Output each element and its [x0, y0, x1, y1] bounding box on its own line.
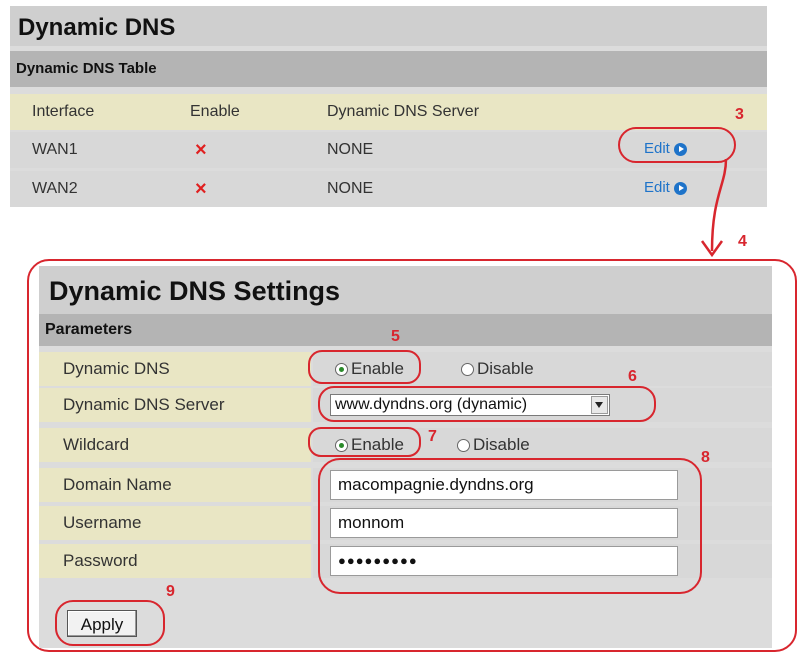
parameters-header: Parameters: [39, 314, 772, 346]
dynamic-dns-label: Dynamic DNS: [39, 352, 311, 386]
annotation-number: 4: [738, 233, 747, 250]
annotation-number: 5: [391, 328, 400, 345]
radio-unselected-icon: [461, 363, 474, 377]
disable-label: Disable: [477, 359, 534, 378]
table-header-row: Interface Enable Dynamic DNS Server: [10, 94, 767, 130]
settings-title: Dynamic DNS Settings: [39, 266, 772, 314]
edit-label: Edit: [644, 179, 670, 196]
table-section-header: Dynamic DNS Table: [10, 51, 767, 87]
page-title: Dynamic DNS: [10, 6, 767, 46]
interface-cell: WAN2: [32, 180, 78, 197]
dynamic-dns-disable-radio[interactable]: Disable: [461, 352, 534, 386]
column-header-server: Dynamic DNS Server: [327, 103, 480, 120]
interface-cell: WAN1: [32, 141, 78, 158]
server-cell: NONE: [327, 141, 374, 158]
server-cell: NONE: [327, 180, 374, 197]
annotation-number: 8: [701, 449, 710, 466]
disabled-x-icon: ×: [195, 139, 207, 161]
column-header-interface: Interface: [32, 103, 95, 120]
disabled-x-icon: ×: [195, 178, 207, 200]
annotation-apply: [55, 600, 165, 646]
disable-label: Disable: [473, 435, 530, 454]
annotation-number: 6: [628, 368, 637, 385]
annotation-dns-server: [318, 386, 656, 422]
annotation-number: 7: [428, 428, 437, 445]
annotation-dynamic-dns-enable: [308, 350, 421, 384]
annotation-number: 9: [166, 583, 175, 600]
wildcard-disable-radio[interactable]: Disable: [457, 428, 530, 462]
annotation-number: 3: [735, 106, 744, 123]
table-row: WAN2 × NONE Edit: [10, 171, 767, 207]
password-label: Password: [39, 544, 311, 578]
annotation-wildcard-enable: [308, 427, 421, 457]
annotation-credentials: [318, 458, 702, 594]
arrow-right-icon: [673, 181, 687, 195]
domain-name-label: Domain Name: [39, 468, 311, 502]
dynamic-dns-table-panel: Dynamic DNS Dynamic DNS Table Interface …: [10, 6, 767, 207]
wildcard-label: Wildcard: [39, 428, 311, 462]
column-header-enable: Enable: [190, 103, 240, 120]
username-label: Username: [39, 506, 311, 540]
server-label: Dynamic DNS Server: [39, 388, 311, 422]
edit-wan2-link[interactable]: Edit: [644, 171, 687, 207]
radio-unselected-icon: [457, 439, 470, 453]
